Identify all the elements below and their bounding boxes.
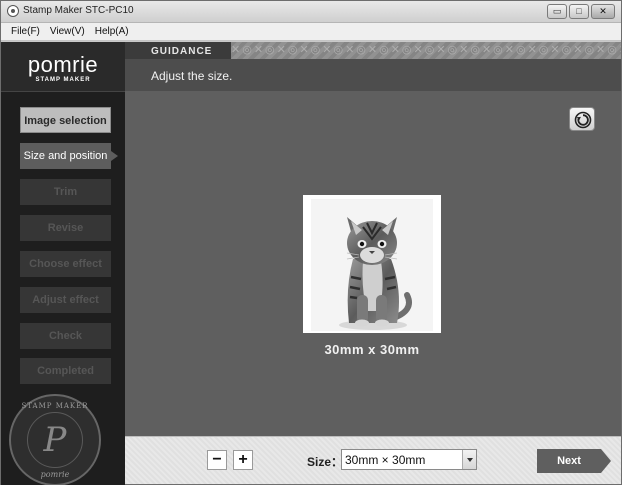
step-sidebar: pomrie STAMP MAKER Image selection Size … <box>1 42 125 485</box>
menu-file[interactable]: File(F) <box>7 23 46 40</box>
app-icon <box>7 5 19 17</box>
window-controls: ▭ □ ✕ <box>547 4 615 19</box>
stamp-seal-logo: STAMP MAKER P pomrie <box>9 394 101 485</box>
step-size-and-position[interactable]: Size and position <box>20 143 118 169</box>
guidance-text: Adjust the size. <box>151 69 233 83</box>
seal-bottom-text: pomrie <box>40 470 70 479</box>
window-title: Stamp Maker STC-PC10 <box>23 5 134 16</box>
cat-photo <box>311 199 433 331</box>
step-choose-effect: Choose effect <box>20 251 111 277</box>
seal-top-text: STAMP MAKER <box>21 402 89 410</box>
guidance-label: GUIDANCE <box>151 46 213 57</box>
step-image-selection[interactable]: Image selection <box>20 107 111 133</box>
step-check: Check <box>20 323 111 349</box>
maximize-button[interactable]: □ <box>569 4 589 19</box>
logo-subtitle: STAMP MAKER <box>35 77 91 83</box>
guidance-panel: GUIDANCE ✕◎✕◎✕◎✕◎✕◎✕◎✕◎✕◎✕◎✕◎✕◎✕◎✕◎✕◎✕◎✕… <box>125 42 621 91</box>
next-button[interactable]: Next <box>537 449 611 473</box>
logo-text: pomrie <box>27 52 99 77</box>
size-dropdown[interactable]: 30mm × 30mm <box>341 449 477 470</box>
chevron-down-icon[interactable] <box>462 450 476 469</box>
rotate-icon <box>574 111 592 129</box>
decorative-pattern: ✕◎✕◎✕◎✕◎✕◎✕◎✕◎✕◎✕◎✕◎✕◎✕◎✕◎✕◎✕◎✕◎✕◎✕◎ <box>231 42 621 59</box>
close-button[interactable]: ✕ <box>591 4 615 19</box>
title-bar[interactable]: Stamp Maker STC-PC10 ▭ □ ✕ <box>1 1 621 23</box>
pattern-ornament: ✕◎✕◎✕◎✕◎✕◎✕◎✕◎✕◎✕◎✕◎✕◎✕◎✕◎✕◎✕◎✕◎✕◎✕◎ <box>231 45 621 56</box>
app-window: Stamp Maker STC-PC10 ▭ □ ✕ File(F) View(… <box>0 0 622 485</box>
step-revise: Revise <box>20 215 111 241</box>
menu-help[interactable]: Help(A) <box>91 23 135 40</box>
stamp-preview[interactable] <box>303 195 441 333</box>
step-adjust-effect: Adjust effect <box>20 287 111 313</box>
preview-area: 30mm x 30mm <box>125 91 621 436</box>
step-completed: Completed <box>20 358 111 384</box>
size-selected-value: 30mm × 30mm <box>345 453 426 467</box>
minimize-button[interactable]: ▭ <box>547 4 567 19</box>
menu-bar: File(F) View(V) Help(A) <box>1 23 621 41</box>
bottom-toolbar: − + Size： 30mm × 30mm Next <box>125 436 621 484</box>
size-label: Size： <box>307 455 344 469</box>
step-trim: Trim <box>20 179 111 205</box>
size-increase-button[interactable]: + <box>233 450 253 470</box>
menu-view[interactable]: View(V) <box>46 23 91 40</box>
stamp-size-caption: 30mm x 30mm <box>324 342 420 357</box>
guidance-tab: GUIDANCE <box>125 42 231 59</box>
seal-letter: P <box>43 420 67 460</box>
rotate-reset-button[interactable] <box>569 107 595 131</box>
size-decrease-button[interactable]: − <box>207 450 227 470</box>
logo: pomrie STAMP MAKER <box>1 42 125 92</box>
